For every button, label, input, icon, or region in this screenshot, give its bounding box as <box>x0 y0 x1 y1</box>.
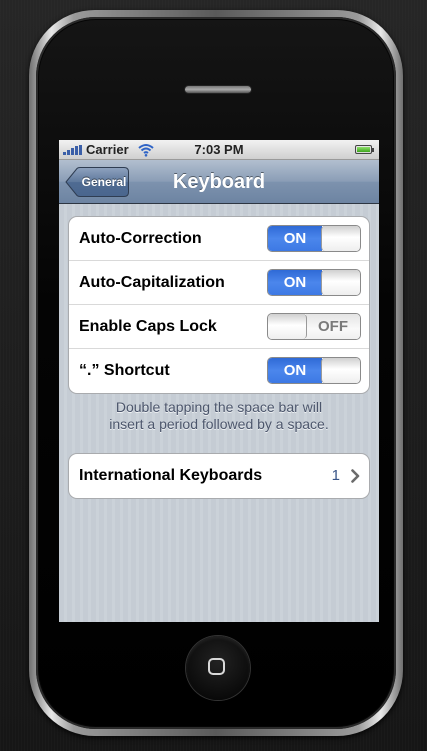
home-button[interactable] <box>186 636 250 700</box>
navigation-bar: General Keyboard <box>59 160 379 204</box>
setting-row-auto-capitalization: Auto-Capitalization ON <box>69 261 369 305</box>
setting-row-enable-caps-lock: Enable Caps Lock OFF <box>69 305 369 349</box>
period-shortcut-switch[interactable]: ON <box>267 357 361 384</box>
keyboard-settings-group: Auto-Correction ON Auto-Capitalization O… <box>68 216 370 394</box>
setting-row-auto-correction: Auto-Correction ON <box>69 217 369 261</box>
switch-knob[interactable] <box>321 358 360 383</box>
footnote-line-1: Double tapping the space bar will <box>115 399 323 415</box>
footnote-line-2: insert a period followed by a space. <box>109 416 329 432</box>
international-group: International Keyboards 1 <box>68 453 370 499</box>
period-shortcut-footnote: Double tapping the space bar will insert… <box>59 399 379 433</box>
switch-on-label: ON <box>268 270 322 295</box>
international-keyboards-count: 1 <box>331 467 340 484</box>
switch-knob[interactable] <box>321 226 360 251</box>
page-title: Keyboard <box>172 171 266 193</box>
auto-correction-switch[interactable]: ON <box>267 225 361 252</box>
setting-label: Auto-Correction <box>79 230 202 247</box>
switch-knob[interactable] <box>268 314 307 339</box>
setting-label: Enable Caps Lock <box>79 318 217 335</box>
setting-label: “.” Shortcut <box>79 362 170 379</box>
switch-off-label: OFF <box>306 314 360 339</box>
switch-knob[interactable] <box>321 270 360 295</box>
enable-caps-lock-switch[interactable]: OFF <box>267 313 361 340</box>
battery-fill <box>357 147 370 152</box>
earpiece-speaker <box>185 86 251 93</box>
international-keyboards-row[interactable]: International Keyboards 1 <box>69 454 369 498</box>
international-keyboards-label: International Keyboards <box>79 467 263 484</box>
setting-row-period-shortcut: “.” Shortcut ON <box>69 349 369 393</box>
switch-on-label: ON <box>268 226 322 251</box>
auto-capitalization-switch[interactable]: ON <box>267 269 361 296</box>
chevron-right-icon <box>351 469 360 483</box>
screen: Carrier 7:03 PM General Keyboard Auto-Co… <box>59 140 379 622</box>
battery-icon <box>355 145 374 154</box>
switch-on-label: ON <box>268 358 322 383</box>
setting-label: Auto-Capitalization <box>79 274 225 291</box>
home-square-icon <box>208 658 225 675</box>
status-bar: Carrier 7:03 PM <box>59 140 379 160</box>
status-time: 7:03 PM <box>194 142 244 157</box>
